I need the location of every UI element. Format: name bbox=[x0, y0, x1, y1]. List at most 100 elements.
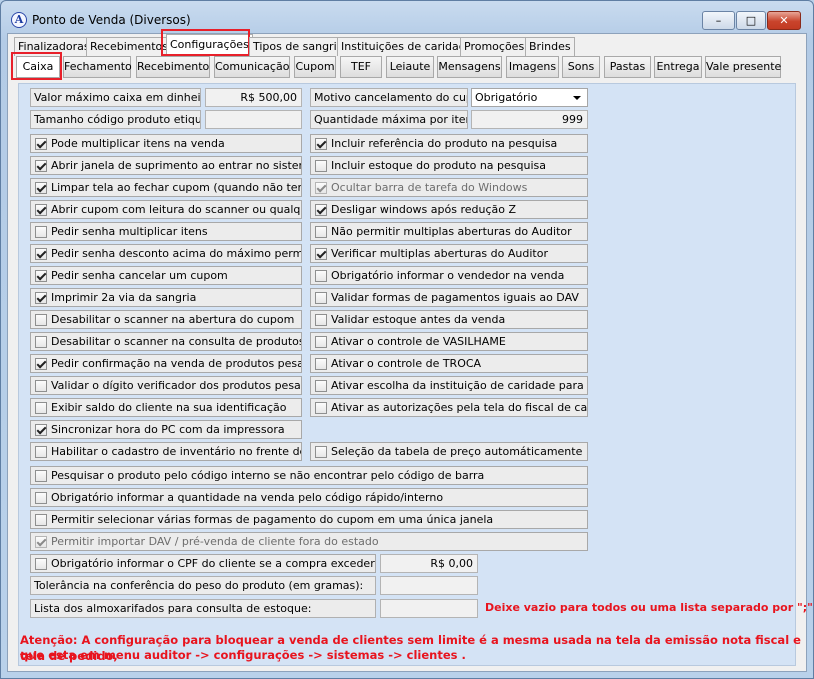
subtab-entrega[interactable]: Entrega bbox=[654, 56, 702, 78]
left-option-12-label: Validar o dígito verificador dos produto… bbox=[51, 379, 302, 392]
subtab-vale-presente[interactable]: Vale presente bbox=[705, 56, 781, 78]
left-option-15-row[interactable]: Habilitar o cadastro de inventário no fr… bbox=[30, 442, 302, 461]
right-option-1-row[interactable]: Incluir referência do produto na pesquis… bbox=[310, 134, 588, 153]
left-option-15-checkbox[interactable] bbox=[35, 445, 47, 458]
left-option-8-checkbox[interactable] bbox=[35, 291, 47, 304]
right-option-2-row[interactable]: Incluir estoque do produto na pesquisa bbox=[310, 156, 588, 175]
tab-recebimentos[interactable]: Recebimentos bbox=[86, 37, 172, 56]
left-option-12-row[interactable]: Validar o dígito verificador dos produto… bbox=[30, 376, 302, 395]
right-option-4-row[interactable]: Desligar windows após redução Z bbox=[310, 200, 588, 219]
cpf-option-row[interactable]: Obrigatório informar o CPF do cliente se… bbox=[30, 554, 376, 573]
subtab-sons[interactable]: Sons bbox=[562, 56, 600, 78]
left-option-10-checkbox[interactable] bbox=[35, 335, 47, 348]
left-option-2-row[interactable]: Abrir janela de suprimento ao entrar no … bbox=[30, 156, 302, 175]
left-option-14-row[interactable]: Sincronizar hora do PC com da impressora bbox=[30, 420, 302, 439]
right-option-10-row[interactable]: Ativar o controle de VASILHAME bbox=[310, 332, 588, 351]
subtab-cupom[interactable]: Cupom bbox=[294, 56, 336, 78]
right-option-1-checkbox[interactable] bbox=[315, 137, 327, 150]
right-option-10-checkbox[interactable] bbox=[315, 335, 327, 348]
right-option-6-label: Verificar multiplas aberturas do Auditor bbox=[331, 247, 548, 260]
subtab-pastas[interactable]: Pastas bbox=[604, 56, 651, 78]
left-option-9-row[interactable]: Desabilitar o scanner na abertura do cup… bbox=[30, 310, 302, 329]
cpf-checkbox[interactable] bbox=[35, 557, 47, 570]
subtab-mensagens[interactable]: Mensagens bbox=[437, 56, 502, 78]
left-option-7-checkbox[interactable] bbox=[35, 269, 47, 282]
right-option-12-checkbox[interactable] bbox=[315, 379, 327, 392]
right-option-11-checkbox[interactable] bbox=[315, 357, 327, 370]
left-option-5-checkbox[interactable] bbox=[35, 225, 47, 238]
subtab-fechamento[interactable]: Fechamento bbox=[63, 56, 132, 78]
left-option-1-row[interactable]: Pode multiplicar itens na venda bbox=[30, 134, 302, 153]
left-option-7-row[interactable]: Pedir senha cancelar um cupom bbox=[30, 266, 302, 285]
left-option-9-checkbox[interactable] bbox=[35, 313, 47, 326]
subtab-recebimento[interactable]: Recebimento bbox=[136, 56, 210, 78]
left-option-2-checkbox[interactable] bbox=[35, 159, 47, 172]
left-option-4-row[interactable]: Abrir cupom com leitura do scanner ou qu… bbox=[30, 200, 302, 219]
cancel-reason-select[interactable]: Obrigatório bbox=[471, 88, 588, 107]
right-option-15-checkbox[interactable] bbox=[315, 445, 327, 458]
right-option-8-checkbox[interactable] bbox=[315, 291, 327, 304]
left-option-12-checkbox[interactable] bbox=[35, 379, 47, 392]
cpf-threshold-field[interactable]: R$ 0,00 bbox=[380, 554, 478, 573]
left-option-8-row[interactable]: Imprimir 2a via da sangria bbox=[30, 288, 302, 307]
right-option-13-row[interactable]: Ativar as autorizações pela tela do fisc… bbox=[310, 398, 588, 417]
left-option-13-row[interactable]: Exibir saldo do cliente na sua identific… bbox=[30, 398, 302, 417]
wide-option-3-row[interactable]: Permitir selecionar várias formas de pag… bbox=[30, 510, 588, 529]
right-option-12-row[interactable]: Ativar escolha da instituição de caridad… bbox=[310, 376, 588, 395]
left-option-11-row[interactable]: Pedir confirmação na venda de produtos p… bbox=[30, 354, 302, 373]
tolerance-field[interactable] bbox=[380, 576, 478, 595]
subtab-leiaute[interactable]: Leiaute bbox=[386, 56, 434, 78]
right-option-13-checkbox[interactable] bbox=[315, 401, 327, 414]
wide-option-4-row[interactable]: Permitir importar DAV / pré-venda de cli… bbox=[30, 532, 588, 551]
left-option-10-row[interactable]: Desabilitar o scanner na consulta de pro… bbox=[30, 332, 302, 351]
right-option-4-checkbox[interactable] bbox=[315, 203, 327, 216]
right-option-3-checkbox[interactable] bbox=[315, 181, 327, 194]
tab-tipos-de-sangria[interactable]: Tipos de sangria bbox=[249, 37, 348, 56]
left-option-13-checkbox[interactable] bbox=[35, 401, 47, 414]
wide-option-1-row[interactable]: Pesquisar o produto pelo código interno … bbox=[30, 466, 588, 485]
right-option-2-checkbox[interactable] bbox=[315, 159, 327, 172]
left-option-5-row[interactable]: Pedir senha multiplicar itens bbox=[30, 222, 302, 241]
wide-option-2-row[interactable]: Obrigatório informar a quantidade na ven… bbox=[30, 488, 588, 507]
warehouses-field[interactable] bbox=[380, 599, 478, 618]
right-option-3-row[interactable]: Ocultar barra de tarefa do Windows bbox=[310, 178, 588, 197]
right-option-9-row[interactable]: Validar estoque antes da venda bbox=[310, 310, 588, 329]
wide-option-1-checkbox[interactable] bbox=[35, 469, 47, 482]
label-code-size-field[interactable] bbox=[205, 110, 302, 129]
right-option-5-row[interactable]: Não permitir multiplas aberturas do Audi… bbox=[310, 222, 588, 241]
wide-option-2-checkbox[interactable] bbox=[35, 491, 47, 504]
right-option-6-checkbox[interactable] bbox=[315, 247, 327, 260]
minimize-button[interactable]: – bbox=[702, 11, 735, 30]
right-option-7-checkbox[interactable] bbox=[315, 269, 327, 282]
left-option-11-checkbox[interactable] bbox=[35, 357, 47, 370]
tab-promocoes[interactable]: Promoções bbox=[460, 37, 529, 56]
wide-option-4-checkbox[interactable] bbox=[35, 535, 47, 548]
tab-instituicoes[interactable]: Instituições de caridade bbox=[337, 37, 477, 56]
left-option-3-checkbox[interactable] bbox=[35, 181, 47, 194]
left-option-1-checkbox[interactable] bbox=[35, 137, 47, 150]
close-button[interactable]: ✕ bbox=[767, 11, 801, 30]
maximize-button[interactable]: □ bbox=[736, 11, 766, 30]
subtab-comunicacao[interactable]: Comunicação bbox=[214, 56, 290, 78]
right-option-8-row[interactable]: Validar formas de pagamentos iguais ao D… bbox=[310, 288, 588, 307]
left-option-4-checkbox[interactable] bbox=[35, 203, 47, 216]
right-option-15-row[interactable]: Seleção da tabela de preço automáticamen… bbox=[310, 442, 588, 461]
max-cash-field[interactable]: R$ 500,00 bbox=[205, 88, 302, 107]
right-option-11-row[interactable]: Ativar o controle de TROCA bbox=[310, 354, 588, 373]
subtab-imagens[interactable]: Imagens bbox=[506, 56, 559, 78]
wide-option-1-label: Pesquisar o produto pelo código interno … bbox=[51, 469, 485, 482]
max-qty-field[interactable]: 999 bbox=[471, 110, 588, 129]
right-option-8-label: Validar formas de pagamentos iguais ao D… bbox=[331, 291, 579, 304]
right-option-13-label: Ativar as autorizações pela tela do fisc… bbox=[331, 401, 588, 414]
left-option-6-row[interactable]: Pedir senha desconto acima do máximo per… bbox=[30, 244, 302, 263]
right-option-9-checkbox[interactable] bbox=[315, 313, 327, 326]
wide-option-3-checkbox[interactable] bbox=[35, 513, 47, 526]
left-option-3-row[interactable]: Limpar tela ao fechar cupom (quando não … bbox=[30, 178, 302, 197]
subtab-tef[interactable]: TEF bbox=[340, 56, 382, 78]
right-option-6-row[interactable]: Verificar multiplas aberturas do Auditor bbox=[310, 244, 588, 263]
left-option-14-checkbox[interactable] bbox=[35, 423, 47, 436]
right-option-5-checkbox[interactable] bbox=[315, 225, 327, 238]
right-option-7-row[interactable]: Obrigatório informar o vendedor na venda bbox=[310, 266, 588, 285]
tab-brindes[interactable]: Brindes bbox=[525, 37, 575, 56]
left-option-6-checkbox[interactable] bbox=[35, 247, 47, 260]
